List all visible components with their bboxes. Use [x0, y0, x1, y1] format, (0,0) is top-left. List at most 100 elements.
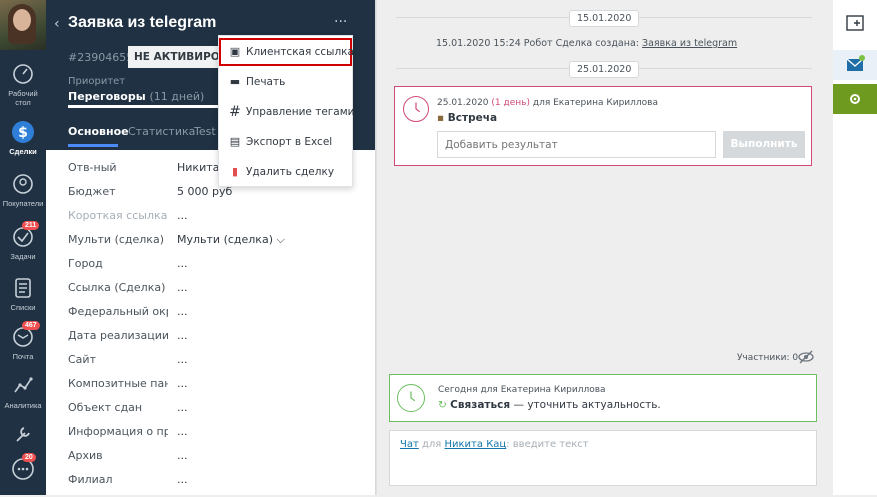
task-result-input[interactable]: [437, 131, 716, 158]
field-row[interactable]: Филиал...: [68, 473, 368, 497]
nav-label: Списки: [10, 303, 36, 312]
date-separator: 25.01.2020: [569, 61, 640, 78]
tab-statistics[interactable]: Статистика: [128, 125, 195, 138]
menu-item-tags[interactable]: # Управление тегами: [219, 98, 354, 126]
recipient-link[interactable]: Никита Кац: [445, 439, 507, 450]
nav-chat[interactable]: 20: [0, 453, 46, 484]
field-value[interactable]: ...: [177, 329, 188, 342]
complete-task-button[interactable]: Выполнить: [723, 131, 805, 158]
nav-settings[interactable]: [0, 422, 46, 449]
chat-compose[interactable]: Чат для Никита Кац: введите текст: [389, 430, 817, 486]
eye-hidden-icon[interactable]: [798, 350, 814, 364]
field-row[interactable]: Дата реализации/Сд...: [68, 329, 368, 353]
nav-dashboard[interactable]: Рабочий стол: [0, 62, 46, 107]
menu-item-print[interactable]: ▬ Печать: [219, 68, 352, 96]
field-label: Город: [68, 257, 103, 270]
nav-label: Рабочий стол: [8, 89, 38, 107]
gear-icon: [850, 94, 860, 104]
today-task-meta: Сегодня для Екатерина Кириллова: [438, 385, 606, 395]
mail-integration-button[interactable]: [833, 50, 877, 80]
field-label: Бюджет: [68, 185, 116, 198]
today-task-card[interactable]: Сегодня для Екатерина Кириллова ↻ Связат…: [389, 374, 817, 422]
tab-test[interactable]: Test: [194, 125, 216, 138]
field-row[interactable]: Информация о прое...: [68, 425, 368, 449]
task-card: 25.01.2020 (1 день) для Екатерина Кирилл…: [394, 86, 812, 166]
field-row[interactable]: Бюджет 5 000 руб: [68, 185, 368, 209]
field-value[interactable]: ...: [177, 449, 188, 462]
buyers-icon: [13, 174, 33, 194]
nav-analytics[interactable]: Аналитика: [0, 374, 46, 410]
task-title-text: Встреча: [447, 112, 498, 124]
settings-button[interactable]: [833, 84, 877, 114]
field-label: Информация о прое: [68, 425, 168, 438]
refresh-icon: ↻: [438, 399, 447, 411]
compose-hint: : введите текст: [506, 439, 589, 450]
field-value[interactable]: ...: [177, 209, 188, 222]
menu-item-label: Печать: [246, 76, 286, 88]
field-row[interactable]: Мульти (сделка) Мульти (сделка) ⌵: [68, 233, 368, 257]
menu-item-label: Удалить сделку: [246, 166, 335, 178]
field-row[interactable]: Короткая ссылка (сд...: [68, 209, 368, 233]
nav-deals[interactable]: $ Сделки: [0, 120, 46, 156]
field-row[interactable]: Объект сдан...: [68, 401, 368, 425]
date-separator: 15.01.2020: [569, 10, 640, 27]
field-label: Филиал: [68, 473, 113, 486]
hash-icon: #: [229, 104, 241, 120]
field-value[interactable]: ...: [177, 401, 188, 414]
field-value[interactable]: ...: [177, 377, 188, 390]
field-label: Короткая ссылка (сд: [68, 209, 168, 222]
field-row[interactable]: Сайт...: [68, 353, 368, 377]
client-link-icon: ▣: [229, 45, 241, 58]
nav-buyers[interactable]: Покупатели: [0, 172, 46, 208]
priority-label: Приоритет: [68, 76, 126, 87]
nav-label: Сделки: [9, 147, 37, 156]
nav-lists[interactable]: Списки: [0, 276, 46, 312]
menu-item-export-excel[interactable]: ▤ Экспорт в Excel: [219, 128, 352, 156]
menu-item-client-link[interactable]: ▣ Клиентская ссылка: [219, 38, 354, 66]
tab-main[interactable]: Основное: [68, 125, 129, 138]
deals-icon: $: [12, 121, 34, 143]
task-date: 25.01.2020: [437, 98, 489, 108]
collapse-panel-button[interactable]: [833, 8, 877, 38]
system-message-text: 15.01.2020 15:24 Робот Сделка создана:: [436, 38, 643, 49]
nav-mail[interactable]: 467 Почта: [0, 321, 46, 361]
field-row[interactable]: Федеральный округ...: [68, 305, 368, 329]
stage-label[interactable]: Переговоры (11 дней): [68, 90, 204, 103]
field-label: Мульти (сделка): [68, 233, 164, 246]
nav-tasks[interactable]: 211 Задачи: [0, 221, 46, 261]
field-label: Федеральный округ: [68, 305, 168, 318]
field-row[interactable]: Композитные панел...: [68, 377, 368, 401]
lists-icon: [15, 278, 31, 298]
back-chevron-icon[interactable]: ‹: [54, 16, 60, 32]
task-meta: 25.01.2020 (1 день) для Екатерина Кирилл…: [437, 98, 658, 108]
menu-item-delete[interactable]: ▮ Удалить сделку: [219, 158, 352, 186]
chat-mode-link[interactable]: Чат: [400, 439, 419, 450]
task-assignee: для Екатерина Кириллова: [532, 98, 658, 108]
field-label: Дата реализации/Сд: [68, 329, 168, 342]
deal-link[interactable]: Заявка из telegram: [642, 38, 737, 49]
status-badge[interactable]: НЕ АКТИВИРОВА: [128, 46, 228, 68]
field-label: Сайт: [68, 353, 96, 366]
menu-item-label: Клиентская ссылка: [246, 46, 354, 58]
field-value[interactable]: ...: [177, 305, 188, 318]
chevron-down-icon: ⌵: [276, 233, 285, 246]
field-value[interactable]: Мульти (сделка) ⌵: [177, 233, 285, 247]
field-value[interactable]: ...: [177, 473, 188, 486]
compose-for: для: [418, 439, 445, 450]
field-row[interactable]: Архив...: [68, 449, 368, 473]
avatar[interactable]: [0, 0, 46, 50]
field-row[interactable]: Ссылка (Сделка)...: [68, 281, 368, 305]
field-value[interactable]: ...: [177, 281, 188, 294]
chat-badge: 20: [22, 453, 36, 462]
field-value[interactable]: ...: [177, 257, 188, 270]
excel-icon: ▤: [229, 135, 241, 148]
settings-icon: [16, 427, 30, 442]
deal-title[interactable]: Заявка из telegram: [68, 14, 216, 32]
field-value[interactable]: ...: [177, 353, 188, 366]
field-row[interactable]: Город...: [68, 257, 368, 281]
right-sidebar: [833, 0, 877, 495]
trash-icon: ▮: [231, 165, 239, 178]
more-menu-icon[interactable]: ···: [334, 14, 347, 30]
field-value[interactable]: ...: [177, 425, 188, 438]
clock-icon: [403, 96, 429, 122]
